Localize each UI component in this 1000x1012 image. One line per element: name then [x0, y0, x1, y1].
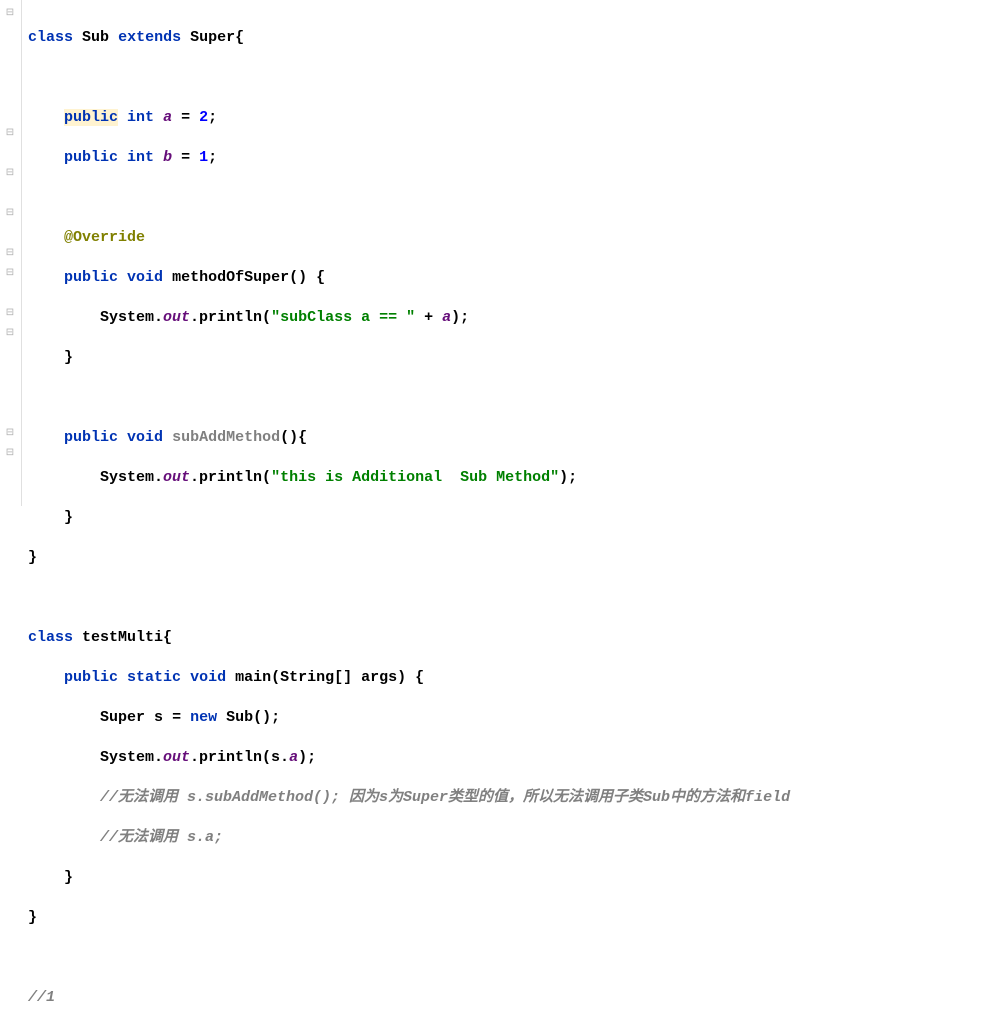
- fold-icon[interactable]: ⊟: [4, 8, 16, 20]
- code-line: public static void main(String[] args) {: [28, 668, 1000, 688]
- editor-gutter: ⊟ ⊟ ⊟ ⊟ ⊟ ⊟ ⊟ ⊟ ⊟ ⊟: [0, 0, 22, 506]
- code-line: [28, 388, 1000, 408]
- code-line: Super s = new Sub();: [28, 708, 1000, 728]
- code-line: //1: [28, 988, 1000, 1008]
- code-line: //无法调用 s.a;: [28, 828, 1000, 848]
- fold-icon[interactable]: ⊟: [4, 328, 16, 340]
- fold-icon[interactable]: ⊟: [4, 168, 16, 180]
- code-line: }: [28, 348, 1000, 368]
- code-line: @Override: [28, 228, 1000, 248]
- code-line: [28, 68, 1000, 88]
- code-editor[interactable]: class Sub extends Super{ public int a = …: [22, 0, 1000, 506]
- code-line: }: [28, 508, 1000, 528]
- code-line: System.out.println(s.a);: [28, 748, 1000, 768]
- code-line: }: [28, 548, 1000, 568]
- code-line: public void subAddMethod(){: [28, 428, 1000, 448]
- code-line: [28, 188, 1000, 208]
- code-line: }: [28, 868, 1000, 888]
- fold-icon[interactable]: ⊟: [4, 448, 16, 460]
- fold-icon[interactable]: ⊟: [4, 308, 16, 320]
- code-line: //无法调用 s.subAddMethod(); 因为s为Super类型的值，所…: [28, 788, 1000, 808]
- fold-icon[interactable]: ⊟: [4, 268, 16, 280]
- fold-icon[interactable]: ⊟: [4, 248, 16, 260]
- code-line: class Sub extends Super{: [28, 28, 1000, 48]
- code-line: [28, 948, 1000, 968]
- code-line: public int b = 1;: [28, 148, 1000, 168]
- code-line: System.out.println("subClass a == " + a)…: [28, 308, 1000, 328]
- code-line: System.out.println("this is Additional S…: [28, 468, 1000, 488]
- fold-icon[interactable]: ⊟: [4, 128, 16, 140]
- code-line: }: [28, 908, 1000, 928]
- code-line: public void methodOfSuper() {: [28, 268, 1000, 288]
- code-line: public int a = 2;: [28, 108, 1000, 128]
- code-line: class testMulti{: [28, 628, 1000, 648]
- code-line: [28, 588, 1000, 608]
- fold-icon[interactable]: ⊟: [4, 208, 16, 220]
- fold-icon[interactable]: ⊟: [4, 428, 16, 440]
